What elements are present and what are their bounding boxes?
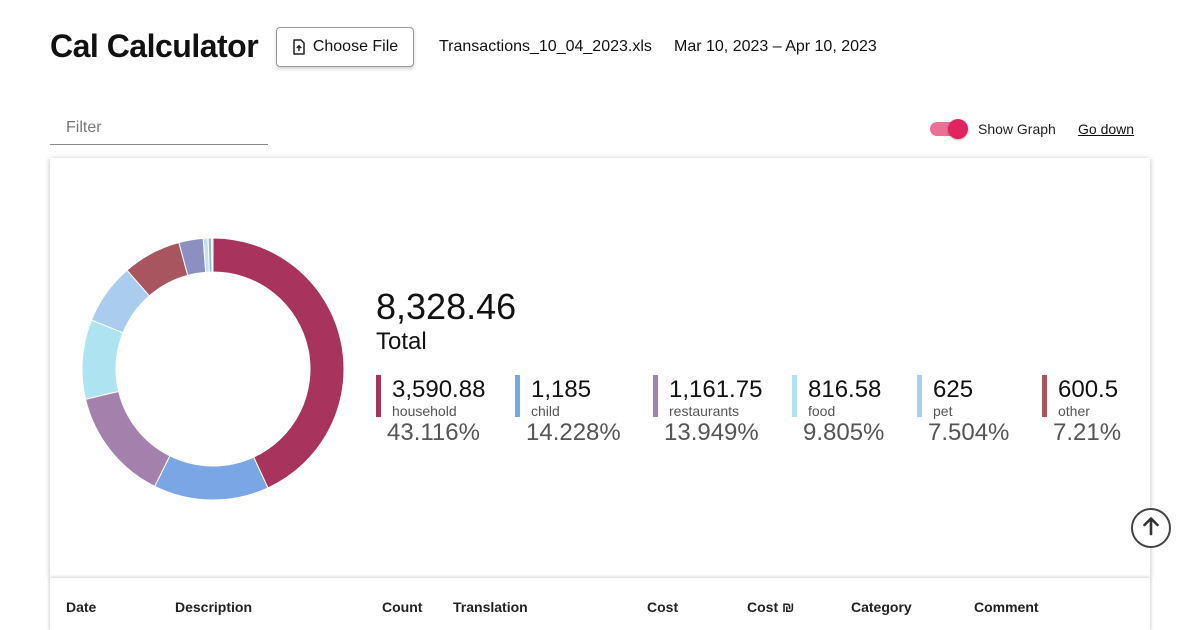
filter-input[interactable] bbox=[50, 112, 268, 145]
legend-name: pet bbox=[933, 403, 953, 419]
legend-color-bar bbox=[653, 375, 658, 417]
legend-percent: 43.116% bbox=[387, 419, 480, 446]
file-upload-icon bbox=[292, 39, 306, 55]
legend-color-bar bbox=[515, 375, 520, 417]
total-value: 8,328.46 bbox=[376, 286, 517, 327]
legend-percent: 13.949% bbox=[664, 419, 759, 446]
legend-item-food: 816.58 food 9.805% bbox=[792, 374, 922, 449]
legend-name: household bbox=[392, 403, 457, 419]
column-header-cost-ils[interactable]: Cost ₪ bbox=[747, 599, 794, 615]
column-header-comment[interactable]: Comment bbox=[974, 599, 1039, 615]
legend-name: child bbox=[531, 403, 560, 419]
app-title: Cal Calculator bbox=[50, 28, 259, 64]
total-label: Total bbox=[376, 328, 427, 355]
legend-item-other: 600.5 other 7.21% bbox=[1042, 374, 1142, 449]
choose-file-label: Choose File bbox=[312, 38, 399, 55]
legend-item-household: 3,590.88 household 43.116% bbox=[376, 374, 506, 449]
legend-color-bar bbox=[1042, 375, 1047, 417]
donut-slice-household[interactable] bbox=[212, 238, 344, 489]
donut-slice-child[interactable] bbox=[154, 455, 269, 500]
show-graph-label: Show Graph bbox=[978, 121, 1056, 137]
category-donut-chart bbox=[82, 238, 344, 500]
legend-value: 816.58 bbox=[808, 376, 882, 403]
toggle-thumb bbox=[948, 119, 968, 139]
legend-value: 1,161.75 bbox=[669, 376, 763, 403]
show-graph-toggle[interactable] bbox=[930, 119, 968, 139]
legend-name: other bbox=[1058, 403, 1090, 419]
legend-item-child: 1,185 child 14.228% bbox=[515, 374, 645, 449]
column-header-category[interactable]: Category bbox=[851, 599, 912, 615]
legend-value: 600.5 bbox=[1058, 376, 1119, 403]
column-header-date[interactable]: Date bbox=[66, 599, 96, 615]
legend-color-bar bbox=[917, 375, 922, 417]
column-header-count[interactable]: Count bbox=[382, 599, 422, 615]
legend-percent: 9.805% bbox=[803, 419, 885, 446]
choose-file-button[interactable]: Choose File bbox=[276, 27, 414, 67]
legend-item-restaurants: 1,161.75 restaurants 13.949% bbox=[653, 374, 783, 449]
legend-value: 1,185 bbox=[531, 376, 592, 403]
column-header-translation[interactable]: Translation bbox=[453, 599, 528, 615]
legend-percent: 7.504% bbox=[928, 419, 1010, 446]
legend-percent: 14.228% bbox=[526, 419, 621, 446]
file-name: Transactions_10_04_2023.xls bbox=[439, 38, 652, 55]
legend-color-bar bbox=[376, 375, 381, 417]
donut-slice-restaurants[interactable] bbox=[84, 390, 171, 487]
legend-name: food bbox=[808, 403, 836, 419]
column-header-description[interactable]: Description bbox=[175, 599, 252, 615]
legend-value: 3,590.88 bbox=[392, 376, 486, 403]
table-header-row: Date Description Count Translation Cost … bbox=[50, 578, 1150, 630]
arrow-up-circle-icon bbox=[1142, 516, 1160, 541]
go-down-link[interactable]: Go down bbox=[1078, 121, 1134, 137]
legend-name: restaurants bbox=[669, 403, 740, 419]
column-header-cost[interactable]: Cost bbox=[647, 599, 678, 615]
legend-color-bar bbox=[792, 375, 797, 417]
scroll-to-top-button[interactable] bbox=[1131, 508, 1171, 548]
donut-slice-unlabeled-4[interactable] bbox=[211, 238, 214, 273]
date-range: Mar 10, 2023 – Apr 10, 2023 bbox=[674, 38, 877, 55]
donut-slice-food[interactable] bbox=[82, 319, 124, 400]
legend-item-pet: 625 pet 7.504% bbox=[917, 374, 1047, 449]
legend-value: 625 bbox=[933, 376, 974, 403]
legend-percent: 7.21% bbox=[1053, 419, 1122, 446]
